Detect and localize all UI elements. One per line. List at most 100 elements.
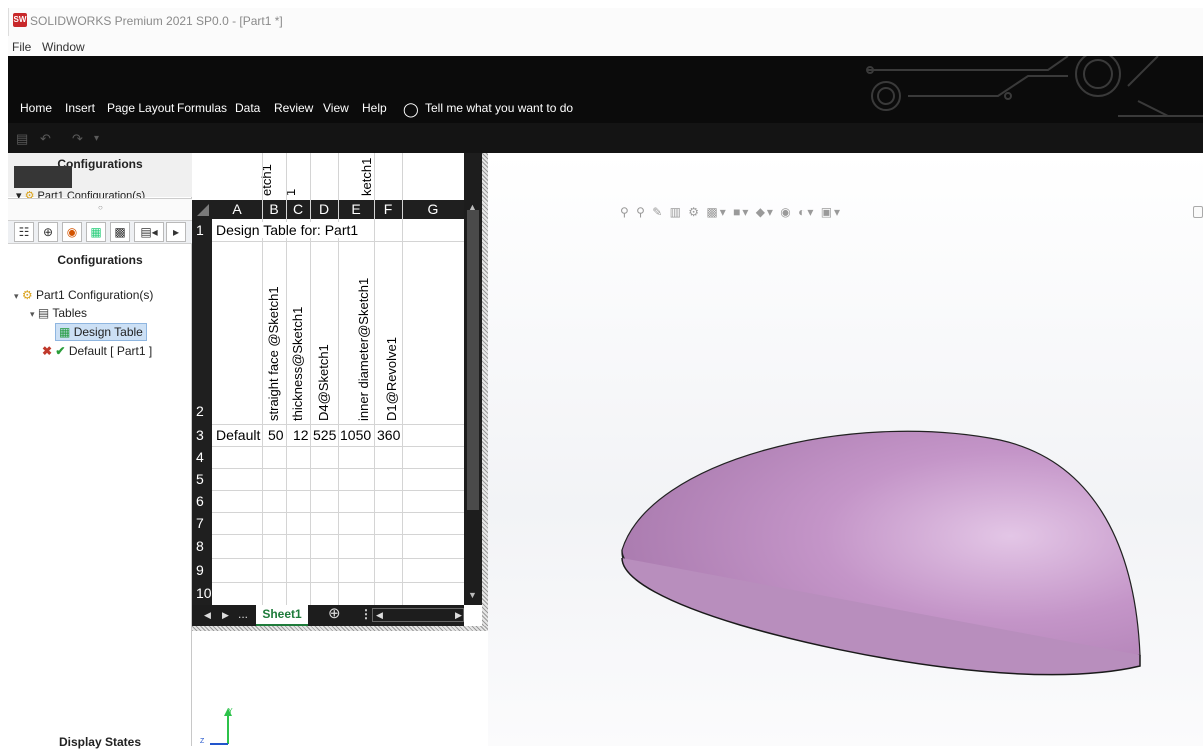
row-header[interactable]: 7 <box>192 512 212 534</box>
close-icon: ✖ <box>42 344 53 358</box>
row-header[interactable]: 1 <box>192 219 212 241</box>
param-header-cell[interactable]: D1@Revolve1 <box>384 337 399 421</box>
revolved-dome-part[interactable] <box>610 420 1150 680</box>
prev-sheet-icon[interactable]: ◀ <box>204 610 211 621</box>
value-cell[interactable]: 360 <box>377 427 400 443</box>
select-all-corner[interactable] <box>192 200 212 219</box>
row-header[interactable]: 4 <box>192 446 212 468</box>
tree-tables[interactable]: ▾ ▤ Tables <box>30 306 87 320</box>
sheet-border-right <box>482 153 488 629</box>
design-table-title-cell[interactable]: Design Table for: Part1 <box>216 222 359 238</box>
scroll-up-icon[interactable]: ▲ <box>468 202 477 212</box>
param-header-cell[interactable]: D4@Sketch1 <box>316 344 331 421</box>
more-sheets-button[interactable]: ... <box>238 607 248 621</box>
ribbon-tab-home[interactable]: Home <box>20 101 52 115</box>
solidworks-logo-icon: SW <box>13 13 27 27</box>
grid-line <box>212 558 464 559</box>
horizontal-scrollbar[interactable] <box>372 608 464 622</box>
tell-me-search[interactable]: Tell me what you want to do <box>425 101 573 115</box>
check-icon: ✔ <box>55 344 66 358</box>
more-tabs-icon[interactable]: ▤◂ <box>134 222 164 242</box>
grid-line <box>212 241 464 242</box>
undo-icon[interactable]: ↶ <box>40 131 51 147</box>
value-cell[interactable]: 525 <box>313 427 336 443</box>
row-header[interactable]: 2 <box>192 241 212 424</box>
ribbon-tab-view[interactable]: View <box>323 101 349 115</box>
grid-line <box>338 153 339 605</box>
scroll-down-icon[interactable]: ▼ <box>468 590 477 600</box>
quick-access-toolbar <box>8 123 1203 153</box>
tree-design-table-label: Design Table <box>73 325 143 339</box>
column-header[interactable]: F <box>374 200 402 219</box>
heads-up-view-toolbar[interactable]: ⚲ ⚲ ✎ ▥ ⚙ ▩▾ ■▾ ◆▾ ◉ ◐▾ ▣▾ <box>620 205 842 219</box>
grid-line <box>262 153 263 605</box>
task-pane-toggle-icon[interactable] <box>1193 206 1203 218</box>
feature-manager-tab-icon[interactable]: ☷ <box>14 222 34 242</box>
row-header[interactable]: 3 <box>192 424 212 446</box>
redacted-block <box>14 166 72 188</box>
param-header-cell[interactable]: straight face @Sketch1 <box>266 286 281 421</box>
redo-icon[interactable]: ↷ <box>72 131 83 147</box>
save-icon[interactable]: ▤ <box>16 131 28 147</box>
z-axis-label: Z <box>200 738 205 745</box>
dimxpert-tab-icon[interactable]: ▦ <box>86 222 106 242</box>
scroll-left-icon[interactable]: ◀ <box>376 610 383 621</box>
column-header[interactable]: E <box>338 200 374 219</box>
ribbon-tab-review[interactable]: Review <box>274 101 313 115</box>
column-header[interactable]: G <box>402 200 464 219</box>
y-axis-label: Y <box>228 708 233 715</box>
sheet-border-bottom <box>192 626 488 631</box>
top-strip <box>0 0 1203 8</box>
scroll-right-icon[interactable]: ▶ <box>455 610 462 621</box>
tree-root[interactable]: ▾ ⚙ Part1 Configuration(s) <box>14 288 153 302</box>
tree-default-config[interactable]: ✖ ✔ Default [ Part1 ] <box>42 344 152 358</box>
ribbon-tab-page-layout[interactable]: Page Layout <box>107 101 174 115</box>
param-header-cell[interactable]: inner diameter@Sketch1 <box>356 278 371 421</box>
scroll-thumb[interactable] <box>467 210 479 510</box>
splitter-icon[interactable]: ⋮ <box>360 607 372 621</box>
menu-file[interactable]: File <box>12 40 31 54</box>
customize-toolbar-icon[interactable]: ▾ <box>94 133 99 144</box>
menu-window[interactable]: Window <box>42 40 85 54</box>
display-states-heading: Display States <box>58 735 142 749</box>
tree-root-label: Part1 Configuration(s) <box>35 288 154 302</box>
add-sheet-icon[interactable]: ⊕ <box>328 604 341 622</box>
scroll-tabs-right-icon[interactable]: ▸ <box>166 222 186 242</box>
tree-design-table[interactable]: ▦ Design Table <box>55 323 147 341</box>
row-header[interactable]: 8 <box>192 534 212 558</box>
grid-line <box>374 153 375 605</box>
row-header[interactable]: 6 <box>192 490 212 512</box>
configurations-heading: Configurations <box>57 253 143 267</box>
window-title: SOLIDWORKS Premium 2021 SP0.0 - [Part1 *… <box>30 14 283 28</box>
value-cell[interactable]: 1050 <box>340 427 371 443</box>
value-cell[interactable]: 50 <box>268 427 284 443</box>
config-name-cell[interactable]: Default <box>216 427 260 443</box>
configuration-manager-tab-icon[interactable]: ◉ <box>62 222 82 242</box>
configuration-icon: ⚙ <box>21 288 33 302</box>
grid-line <box>212 468 464 469</box>
ribbon-tab-formulas[interactable]: Formulas <box>177 101 227 115</box>
row-header[interactable]: 9 <box>192 558 212 582</box>
column-header[interactable]: D <box>310 200 338 219</box>
select-all-icon[interactable] <box>192 200 212 219</box>
splitter-grip-icon[interactable]: ○ <box>98 203 103 212</box>
column-header[interactable]: A <box>212 200 262 219</box>
value-cell[interactable]: 12 <box>293 427 309 443</box>
row-header[interactable]: 10 <box>192 582 212 605</box>
column-header[interactable]: B <box>262 200 286 219</box>
chevron-down-icon[interactable]: ▾ <box>14 291 19 301</box>
table-icon: ▤ <box>37 306 50 320</box>
grid-line <box>402 153 403 605</box>
sheet-tab[interactable]: Sheet1 <box>256 605 308 626</box>
next-sheet-icon[interactable]: ▶ <box>222 610 229 621</box>
display-manager-tab-icon[interactable]: ▩ <box>110 222 130 242</box>
column-header[interactable]: C <box>286 200 310 219</box>
property-manager-tab-icon[interactable]: ⊕ <box>38 222 58 242</box>
chevron-down-icon: ▾ <box>16 190 25 198</box>
ribbon-tab-insert[interactable]: Insert <box>65 101 95 115</box>
row-header[interactable]: 5 <box>192 468 212 490</box>
ribbon-tab-help[interactable]: Help <box>362 101 387 115</box>
chevron-down-icon[interactable]: ▾ <box>30 309 35 319</box>
ribbon-tab-data[interactable]: Data <box>235 101 260 115</box>
param-header-cell[interactable]: thickness@Sketch1 <box>290 307 305 421</box>
